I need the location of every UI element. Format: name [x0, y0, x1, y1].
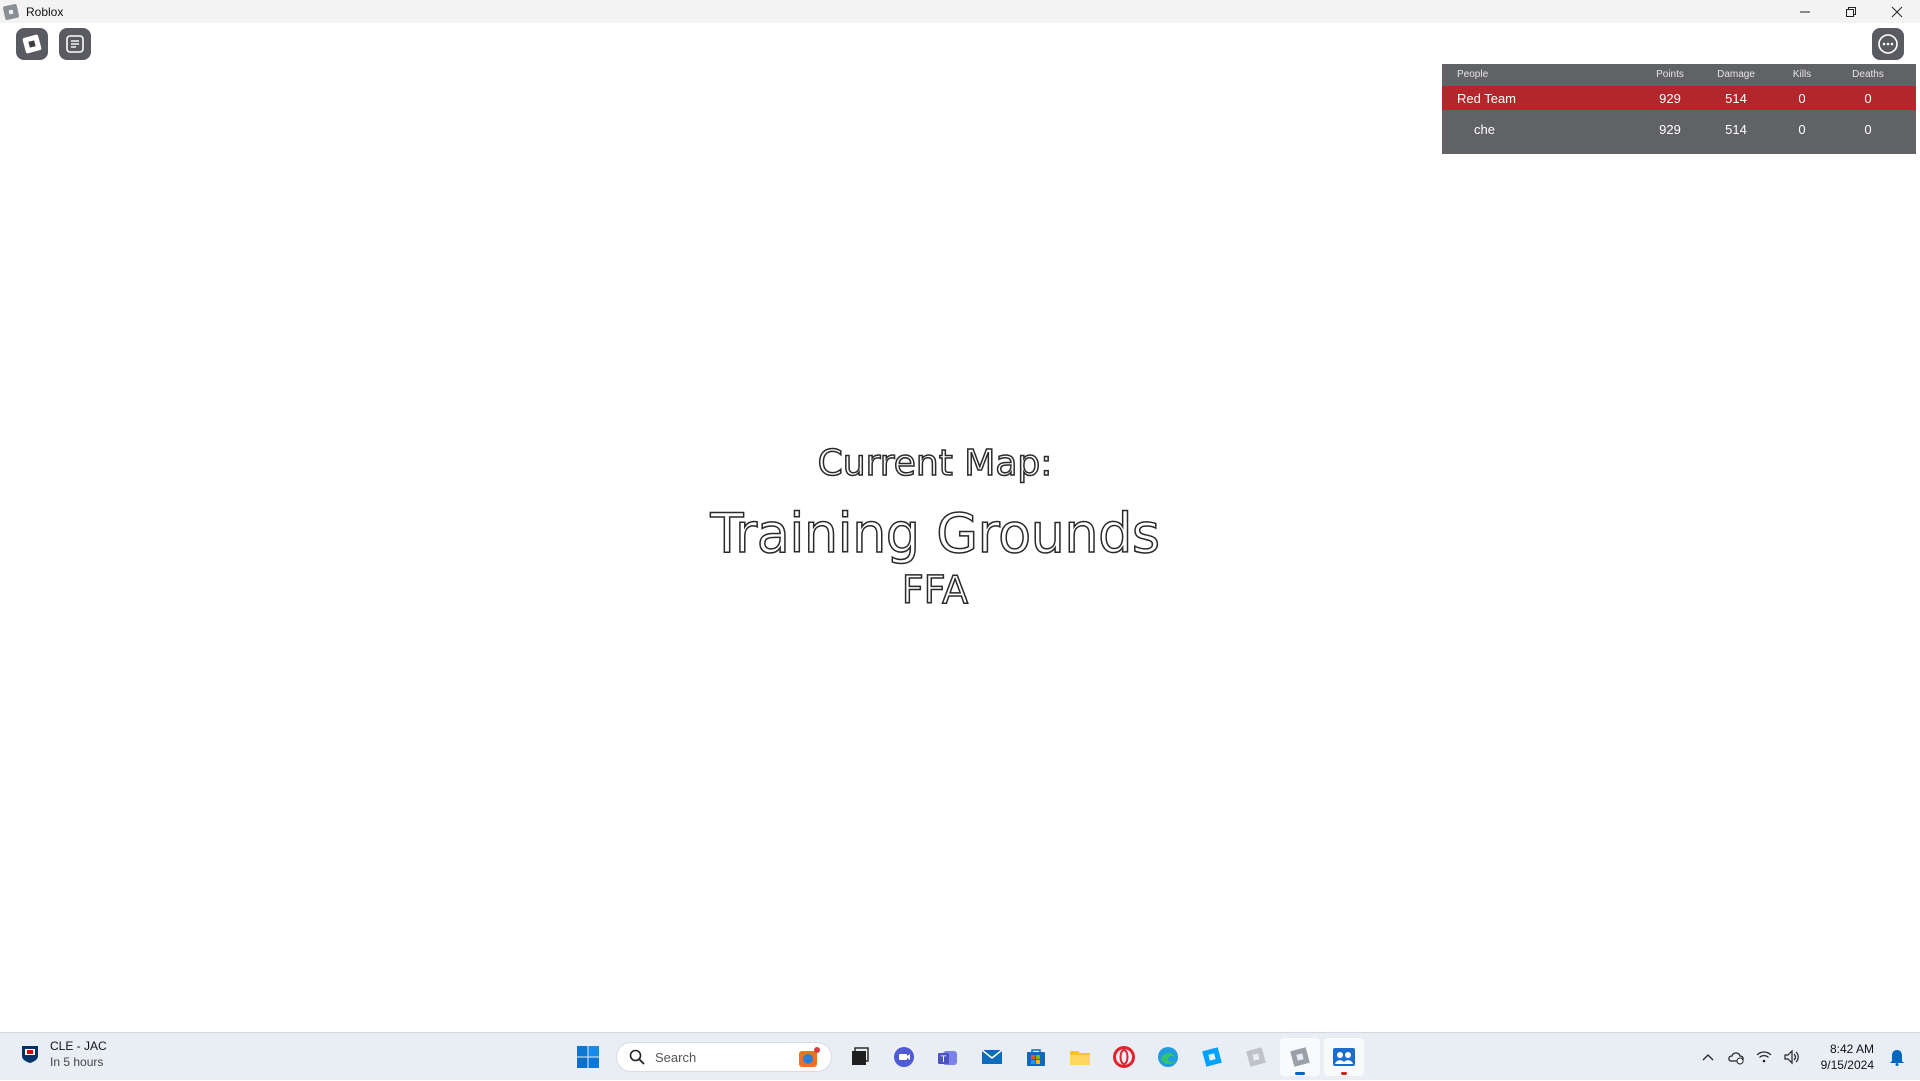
mail-icon — [981, 1049, 1003, 1064]
roblox-menu-button[interactable] — [16, 28, 48, 60]
mail-button[interactable] — [972, 1038, 1012, 1076]
header-damage: Damage — [1717, 68, 1755, 80]
roblox-studio-button[interactable] — [1192, 1038, 1232, 1076]
meet-button[interactable] — [884, 1038, 924, 1076]
roblox-player-icon — [1290, 1047, 1310, 1067]
roblox-app-icon — [1246, 1047, 1266, 1067]
volume-button[interactable] — [1779, 1044, 1805, 1070]
bell-icon — [1890, 1050, 1904, 1066]
task-view-button[interactable] — [840, 1038, 880, 1076]
cloud-sync-icon — [1727, 1052, 1744, 1065]
leaderboard-header: People Points Damage Kills Deaths — [1442, 64, 1916, 84]
news-widget[interactable]: CLE - JAC In 5 hours — [18, 1039, 107, 1069]
header-people: People — [1457, 68, 1489, 80]
opera-button[interactable] — [1104, 1038, 1144, 1076]
photos-icon — [1333, 1048, 1355, 1066]
network-status-button[interactable] — [1723, 1044, 1749, 1070]
news-subtitle: In 5 hours — [50, 1055, 104, 1069]
active-indicator — [1295, 1072, 1305, 1075]
roblox-logo-icon — [22, 34, 42, 54]
store-button[interactable] — [1016, 1038, 1056, 1076]
search-icon — [629, 1049, 645, 1065]
chat-icon — [66, 35, 84, 53]
team-points: 929 — [1659, 90, 1681, 106]
attention-indicator — [1341, 1072, 1347, 1075]
player-deaths: 0 — [1864, 121, 1872, 137]
team-row-red[interactable]: Red Team 929 514 0 0 — [1442, 86, 1916, 110]
header-points: Points — [1656, 68, 1684, 80]
current-map-label: Current Map: — [817, 442, 1053, 485]
more-options-icon — [1878, 34, 1898, 54]
player-points: 929 — [1659, 121, 1681, 137]
file-explorer-icon — [1070, 1051, 1090, 1065]
team-kills: 0 — [1798, 90, 1806, 106]
nfl-icon — [18, 1042, 42, 1066]
volume-icon — [1784, 1049, 1799, 1065]
clock-date: 9/15/2024 — [1820, 1058, 1874, 1072]
start-button[interactable] — [568, 1038, 608, 1076]
taskbar: CLE - JAC In 5 hours Search T 8:42 AM 9/… — [0, 1032, 1920, 1080]
player-damage: 514 — [1725, 121, 1747, 137]
teams-icon: T — [938, 1051, 957, 1065]
more-options-button[interactable] — [1872, 28, 1904, 60]
system-tray: 8:42 AM 9/15/2024 — [1695, 1033, 1920, 1081]
restore-button[interactable] — [1828, 0, 1874, 23]
meet-icon — [894, 1047, 914, 1067]
window-title: Roblox — [26, 4, 64, 19]
window-titlebar: Roblox — [0, 0, 1920, 23]
opera-icon — [1113, 1046, 1135, 1068]
window-controls — [1782, 0, 1920, 23]
edge-icon — [1158, 1047, 1178, 1067]
teams-button[interactable]: T — [928, 1038, 968, 1076]
chat-button[interactable] — [59, 28, 91, 60]
task-view-icon — [852, 1047, 869, 1065]
wifi-icon — [1756, 1051, 1772, 1063]
team-damage: 514 — [1725, 90, 1747, 106]
team-deaths: 0 — [1864, 90, 1872, 106]
minimize-button[interactable] — [1782, 0, 1828, 23]
restore-icon — [1846, 6, 1856, 17]
header-kills: Kills — [1792, 68, 1812, 80]
file-explorer-button[interactable] — [1060, 1038, 1100, 1076]
edge-button[interactable] — [1148, 1038, 1188, 1076]
close-button[interactable] — [1874, 0, 1920, 23]
windows-start-icon — [577, 1046, 599, 1068]
clock[interactable]: 8:42 AM 9/15/2024 — [1821, 1041, 1874, 1073]
team-name: Red Team — [1457, 90, 1517, 106]
wifi-button[interactable] — [1751, 1044, 1777, 1070]
minimize-icon — [1800, 11, 1810, 12]
taskbar-search[interactable]: Search — [616, 1042, 832, 1072]
search-highlight-icon — [799, 1047, 820, 1067]
store-icon — [1027, 1049, 1045, 1066]
svg-text:T: T — [940, 1055, 947, 1065]
roblox-app-icon — [2, 3, 20, 20]
clock-time: 8:42 AM — [1829, 1042, 1874, 1056]
news-headline: CLE - JAC — [50, 1039, 107, 1053]
map-name: Training Grounds — [710, 501, 1161, 566]
player-kills: 0 — [1798, 121, 1806, 137]
roblox-studio-icon — [1202, 1047, 1222, 1067]
roblox-app-button[interactable] — [1236, 1038, 1276, 1076]
game-mode: FFA — [901, 567, 969, 613]
show-hidden-icons-button[interactable] — [1695, 1044, 1721, 1070]
taskbar-apps: Search T — [568, 1038, 1368, 1076]
roblox-player-button[interactable] — [1280, 1038, 1320, 1076]
player-row[interactable]: che 929 514 0 0 — [1442, 114, 1916, 144]
close-icon — [1891, 6, 1903, 17]
search-placeholder: Search — [655, 1049, 697, 1065]
notifications-button[interactable] — [1882, 1042, 1912, 1072]
header-deaths: Deaths — [1852, 68, 1884, 80]
leaderboard: People Points Damage Kills Deaths Red Te… — [1442, 64, 1916, 154]
photos-button[interactable] — [1324, 1038, 1364, 1076]
player-name: che — [1474, 121, 1495, 137]
chevron-up-icon — [1702, 1054, 1714, 1061]
